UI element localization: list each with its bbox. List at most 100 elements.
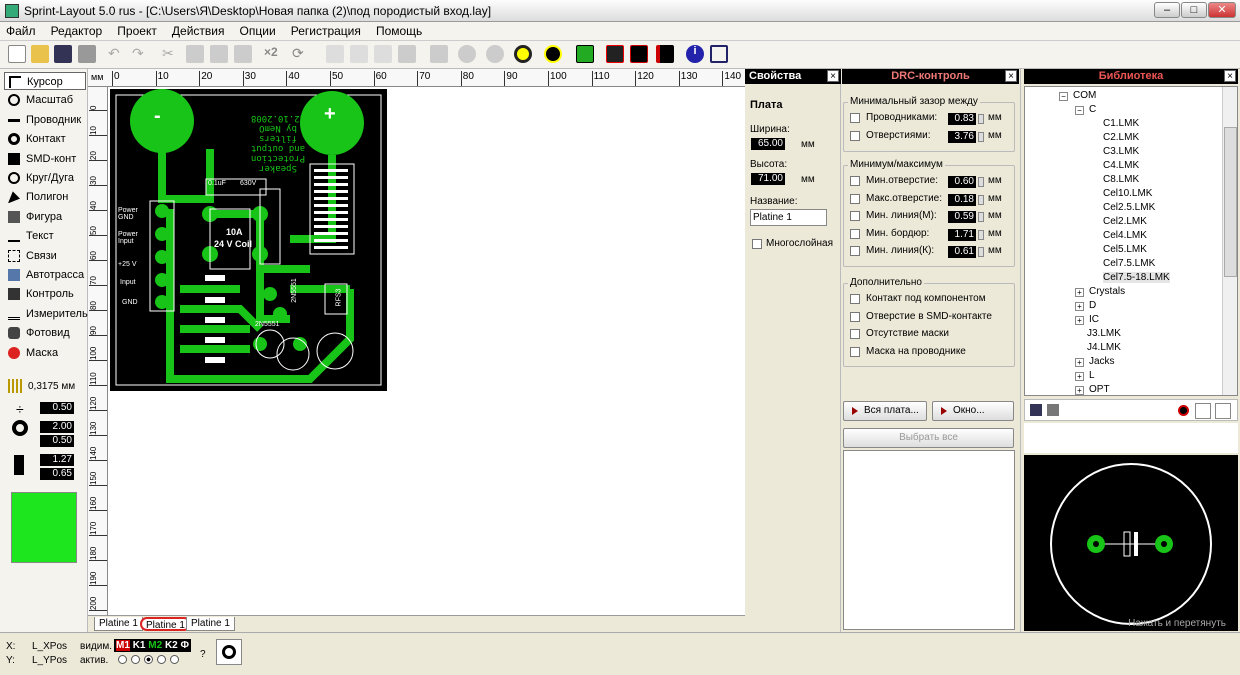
- lock-icon[interactable]: [458, 45, 476, 63]
- print-icon[interactable]: [78, 45, 96, 63]
- tree-item[interactable]: Cel2.LMK: [1103, 216, 1147, 227]
- layer-active-radio[interactable]: [144, 655, 153, 664]
- drc-check[interactable]: [850, 246, 860, 257]
- crop-icon[interactable]: [710, 45, 728, 63]
- tree-expand-icon[interactable]: −: [1059, 92, 1068, 101]
- drc-close-icon[interactable]: ×: [1005, 70, 1017, 82]
- layer-m2[interactable]: M2: [148, 640, 162, 651]
- menu-options[interactable]: Опции: [234, 22, 282, 40]
- drc-check[interactable]: [850, 346, 860, 357]
- spin-icon[interactable]: [978, 229, 984, 240]
- drc-item-value[interactable]: 0.59: [948, 211, 976, 224]
- layer-active-radio[interactable]: [170, 655, 179, 664]
- tool-measure[interactable]: Измеритель: [4, 305, 88, 323]
- pcb-board[interactable]: - + Speaker Protection and output filter…: [110, 89, 387, 391]
- library-preview[interactable]: Нажать и перетянуть: [1024, 455, 1238, 631]
- tool-circle[interactable]: Круг/Дуга: [4, 169, 86, 187]
- drc-check[interactable]: [850, 113, 860, 123]
- layer-help[interactable]: ?: [200, 649, 206, 660]
- menu-project[interactable]: Проект: [111, 22, 163, 40]
- layer-k1[interactable]: K1: [133, 640, 146, 651]
- spin-icon[interactable]: [978, 177, 984, 187]
- menu-help[interactable]: Помощь: [370, 22, 428, 40]
- tree-folder[interactable]: Crystals: [1089, 286, 1125, 297]
- multilayer-checkbox[interactable]: [752, 239, 762, 249]
- cut-icon[interactable]: ✂: [162, 45, 180, 63]
- tree-expand-icon[interactable]: +: [1075, 316, 1084, 325]
- tree-expand-icon[interactable]: +: [1075, 302, 1084, 311]
- tool-text[interactable]: Текст: [4, 227, 86, 245]
- drc-check[interactable]: [850, 193, 860, 204]
- tab-platine-1[interactable]: Platine 1: [94, 617, 143, 631]
- drc-check[interactable]: [850, 130, 860, 141]
- library-scrollbar[interactable]: [1222, 87, 1237, 395]
- pad-outer-value[interactable]: 2.00: [40, 421, 74, 433]
- drc-item-value[interactable]: 0.83: [948, 113, 976, 125]
- library-tree[interactable]: − COM − C C1.LMK C2.LMK C3.LMK C4.LMK C8.LMK Cel1…: [1024, 86, 1238, 396]
- spin-icon[interactable]: [978, 247, 984, 258]
- drc-item-value[interactable]: 0.18: [948, 193, 976, 206]
- tree-folder-c[interactable]: C: [1089, 104, 1096, 115]
- scrollbar-thumb[interactable]: [1224, 127, 1237, 277]
- tool-connections[interactable]: Связи: [4, 247, 86, 265]
- tool-autoroute[interactable]: Автотрасса: [4, 266, 86, 284]
- menu-file[interactable]: Файл: [0, 22, 42, 40]
- tool-mask[interactable]: Маска: [4, 344, 86, 362]
- drc-check[interactable]: [850, 294, 860, 304]
- layer-active-radio[interactable]: [131, 655, 140, 664]
- layer-color-swatch[interactable]: [11, 492, 77, 563]
- tree-item[interactable]: Cel10.LMK: [1103, 188, 1152, 199]
- tree-item[interactable]: C2.LMK: [1103, 132, 1139, 143]
- maximize-button[interactable]: □: [1181, 2, 1207, 18]
- drc-check-icon[interactable]: [576, 45, 594, 63]
- pad-view-icon[interactable]: [1178, 405, 1189, 416]
- grid-value[interactable]: 0,3175 мм: [28, 381, 75, 392]
- info-icon[interactable]: i: [686, 45, 704, 63]
- tree-folder[interactable]: OPT: [1089, 384, 1110, 395]
- width-value[interactable]: 65.00: [751, 138, 785, 150]
- tool-smd-pad[interactable]: SMD-конт: [4, 150, 86, 168]
- drc-check[interactable]: [850, 211, 860, 222]
- drc-item-value[interactable]: 0.60: [948, 176, 976, 188]
- drc-check[interactable]: [850, 176, 860, 186]
- tab-platine-2[interactable]: Platine 1: [140, 617, 191, 631]
- tree-folder[interactable]: J4.LMK: [1087, 342, 1121, 353]
- spin-icon[interactable]: [978, 212, 984, 223]
- tree-folder-com[interactable]: COM: [1073, 90, 1096, 101]
- save-icon[interactable]: [54, 45, 72, 63]
- tree-item[interactable]: Cel7.5.LMK: [1103, 258, 1155, 269]
- mirror-icon[interactable]: [326, 45, 344, 63]
- trash-icon[interactable]: [1047, 404, 1059, 416]
- tree-item[interactable]: Cel7.5-18.LMK: [1103, 272, 1170, 283]
- menu-edit[interactable]: Редактор: [45, 22, 109, 40]
- layer-active-radio[interactable]: [118, 655, 127, 664]
- layer-f[interactable]: Ф: [181, 640, 190, 651]
- ungroup-icon[interactable]: [398, 45, 416, 63]
- name-field[interactable]: Platine 1: [750, 209, 827, 226]
- track-width-value[interactable]: 0.50: [40, 402, 74, 414]
- layer-k2[interactable]: K2: [165, 640, 178, 651]
- tree-expand-icon[interactable]: +: [1075, 288, 1084, 297]
- tree-expand-icon[interactable]: +: [1075, 372, 1084, 381]
- drc-window-button[interactable]: Окно...: [932, 401, 1014, 421]
- drc-check[interactable]: [850, 311, 860, 322]
- minimize-button[interactable]: –: [1154, 2, 1180, 18]
- drc-whole-board-button[interactable]: Вся плата...: [843, 401, 927, 421]
- layer-m1[interactable]: M1: [116, 640, 130, 651]
- tool-pad[interactable]: Контакт: [4, 130, 86, 148]
- drc-icon[interactable]: [630, 45, 648, 63]
- grid-icon[interactable]: [8, 379, 22, 393]
- library-close-icon[interactable]: ×: [1224, 70, 1236, 82]
- smd-width-value[interactable]: 1.27: [40, 454, 74, 466]
- view-icon[interactable]: [544, 45, 562, 63]
- pad-inner-value[interactable]: 0.50: [40, 435, 74, 447]
- tree-expand-icon[interactable]: +: [1075, 358, 1084, 367]
- rotate-icon[interactable]: ⟳: [292, 45, 310, 63]
- drc-item-value[interactable]: 0.61: [948, 246, 976, 259]
- drc-item-value[interactable]: 3.76: [948, 130, 976, 143]
- height-value[interactable]: 71.00: [751, 173, 785, 185]
- tree-folder[interactable]: Jacks: [1089, 356, 1115, 367]
- spin-icon[interactable]: [978, 131, 984, 142]
- tool-track[interactable]: Проводник: [4, 111, 86, 129]
- drc-select-all-button[interactable]: Выбрать все: [843, 428, 1014, 448]
